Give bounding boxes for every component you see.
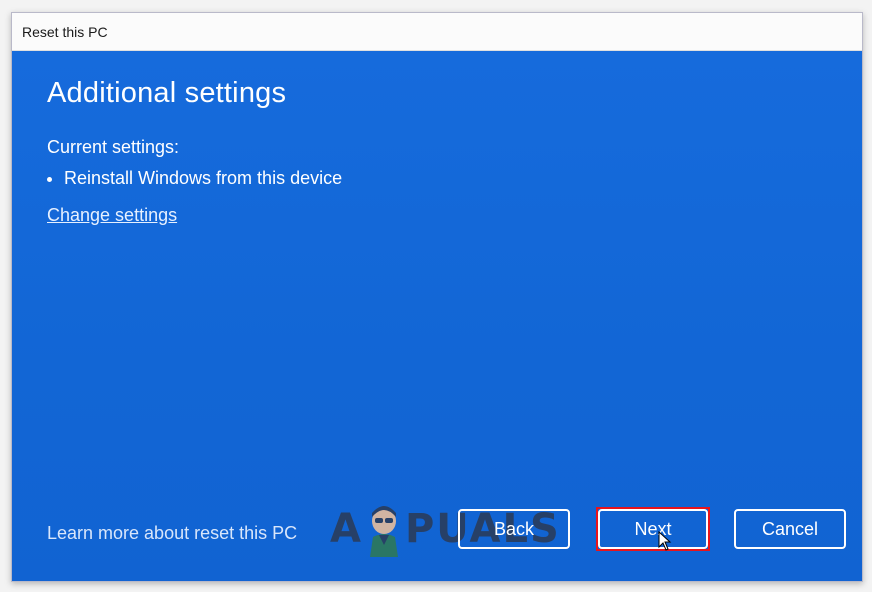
reset-pc-dialog: Reset this PC Additional settings Curren… [11, 12, 863, 582]
learn-more-link[interactable]: Learn more about reset this PC [47, 523, 297, 544]
next-button[interactable]: Next [598, 509, 708, 549]
page-title: Additional settings [47, 77, 287, 109]
setting-item: Reinstall Windows from this device [47, 168, 342, 189]
back-button[interactable]: Back [458, 509, 570, 549]
cancel-button[interactable]: Cancel [734, 509, 846, 549]
bullet-icon [47, 176, 52, 182]
mascot-icon [369, 506, 398, 557]
window-title: Reset this PC [22, 23, 108, 40]
change-settings-link[interactable]: Change settings [47, 205, 177, 226]
dialog-content: Additional settings Current settings: Re… [12, 51, 862, 581]
screen: Reset this PC Additional settings Curren… [0, 0, 872, 592]
current-settings-label: Current settings: [47, 137, 180, 157]
title-bar[interactable]: Reset this PC [12, 13, 862, 51]
setting-item-label: Reinstall Windows from this device [64, 168, 343, 188]
watermark-text-left: A [330, 506, 363, 552]
mouse-cursor-icon [658, 531, 672, 551]
